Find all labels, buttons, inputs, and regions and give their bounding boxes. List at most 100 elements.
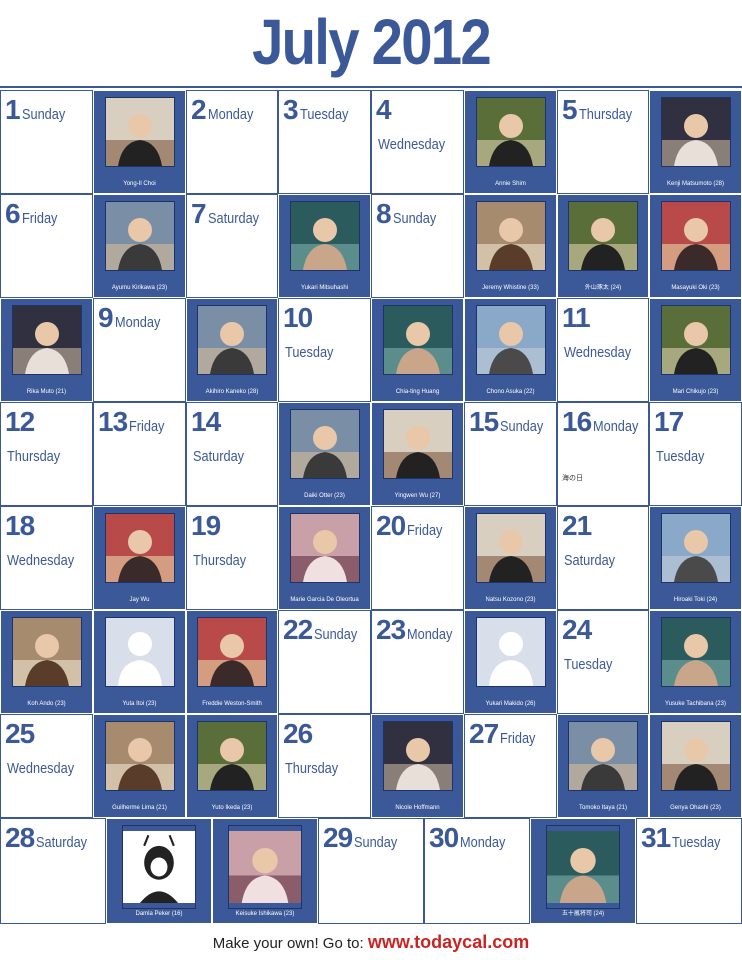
day-cell: 8 Sunday — [371, 194, 464, 298]
person-photo-icon[interactable] — [475, 305, 546, 375]
photo-cell: Kenji Matsumoto (28) — [649, 90, 742, 194]
day-number-text: 31 — [641, 822, 671, 853]
photo-cell: Guilherme Lima (21) — [93, 714, 186, 818]
day-number: 5 Thursday — [562, 95, 641, 130]
person-photo-icon[interactable] — [197, 305, 267, 375]
photo-caption: 五十嵐将司 (24) — [561, 911, 605, 917]
photo-caption: Yuta Itoi (23) — [122, 701, 157, 707]
day-cell: 15 Sunday — [464, 402, 557, 506]
day-cell: 5 Thursday — [557, 90, 649, 194]
person-photo-icon[interactable] — [228, 825, 302, 909]
weekday-label: Thursday — [578, 106, 632, 123]
photo-caption: Yong-Il Choi — [123, 181, 156, 187]
day-cell: 23 Monday — [371, 610, 464, 714]
day-number: 28 Saturday — [5, 823, 96, 858]
day-cell: 10 Tuesday — [278, 298, 371, 402]
weekday-label: Friday — [407, 522, 443, 539]
day-number: 21 Saturday — [562, 511, 648, 576]
person-photo-icon[interactable] — [382, 409, 453, 479]
day-cell: 1 Sunday — [0, 90, 93, 194]
day-number-text: 11 — [562, 302, 591, 333]
photo-caption: Hiroaki Toki (24) — [673, 597, 718, 603]
day-number-text: 23 — [376, 614, 406, 645]
person-photo-icon[interactable] — [660, 721, 731, 791]
day-number: 31 Tuesday — [641, 823, 729, 858]
day-number: 3 Tuesday — [283, 95, 357, 130]
photo-caption: Koh Ando (23) — [27, 701, 66, 707]
person-photo-icon[interactable] — [289, 409, 360, 479]
weekday-label: Sunday — [21, 106, 65, 123]
person-photo-icon[interactable] — [660, 513, 731, 583]
cartoon-photo-icon[interactable] — [122, 825, 196, 909]
person-photo-icon[interactable] — [289, 513, 360, 583]
person-photo-icon[interactable] — [11, 617, 82, 687]
day-number: 20 Friday — [376, 511, 449, 546]
photo-cell: Mari Chikujo (23) — [649, 298, 742, 402]
person-photo-icon[interactable] — [475, 201, 546, 271]
person-photo-icon[interactable] — [11, 305, 82, 375]
person-photo-icon[interactable] — [475, 97, 546, 167]
photo-cell: Akihiro Kaneko (28) — [186, 298, 278, 402]
default-avatar-icon[interactable] — [104, 617, 175, 687]
day-number-text: 16 — [562, 406, 592, 437]
photo-caption: Freddie Weston-Smith — [202, 701, 262, 707]
day-number-text: 19 — [191, 510, 221, 541]
day-cell: 2 Monday — [186, 90, 278, 194]
day-cell: 26 Thursday — [278, 714, 371, 818]
person-photo-icon[interactable] — [660, 617, 731, 687]
day-cell: 3 Tuesday — [278, 90, 371, 194]
weekday-label: Wednesday — [7, 760, 75, 777]
photo-cell: Freddie Weston-Smith — [186, 610, 278, 714]
photo-caption: Jay Wu — [129, 597, 150, 603]
weekday-label: Tuesday — [656, 448, 705, 465]
day-cell: 9 Monday — [93, 298, 186, 402]
day-number: 1 Sunday — [5, 95, 72, 130]
person-photo-icon[interactable] — [568, 721, 638, 791]
person-photo-icon[interactable] — [546, 825, 620, 909]
photo-caption: Chia-ting Huang — [395, 389, 440, 395]
person-photo-icon[interactable] — [104, 201, 175, 271]
photo-cell: Keisuke Ishikawa (23) — [212, 818, 318, 924]
photo-cell: Annie Shim — [464, 90, 557, 194]
person-photo-icon[interactable] — [104, 513, 175, 583]
weekday-label: Wednesday — [378, 136, 446, 153]
photo-cell: 外山琢太 (24) — [557, 194, 649, 298]
day-cell: 30 Monday — [424, 818, 530, 924]
person-photo-icon[interactable] — [475, 513, 546, 583]
day-number: 29 Sunday — [323, 823, 405, 858]
default-avatar-icon[interactable] — [475, 617, 546, 687]
day-number-text: 1 — [5, 94, 21, 125]
person-photo-icon[interactable] — [197, 721, 267, 791]
person-photo-icon[interactable] — [660, 201, 731, 271]
photo-caption: Yusuke Tachibana (23) — [665, 701, 726, 707]
photo-caption: Marie Garcia De Oleortua — [290, 597, 359, 603]
day-cell: 13 Friday — [93, 402, 186, 506]
person-photo-icon[interactable] — [660, 97, 731, 167]
day-number-text: 30 — [429, 822, 459, 853]
photo-cell: Yusuke Tachibana (23) — [649, 610, 742, 714]
person-photo-icon[interactable] — [382, 305, 453, 375]
day-number: 18 Wednesday — [5, 511, 92, 576]
person-photo-icon[interactable] — [104, 97, 175, 167]
day-number-text: 24 — [562, 614, 592, 645]
person-photo-icon[interactable] — [104, 721, 175, 791]
weekday-label: Friday — [21, 210, 58, 227]
day-number: 27 Friday — [469, 719, 542, 754]
person-photo-icon[interactable] — [660, 305, 731, 375]
person-photo-icon[interactable] — [197, 617, 267, 687]
footer-link[interactable]: www.todaycal.com — [368, 932, 529, 952]
day-number-text: 7 — [191, 198, 207, 229]
person-photo-icon[interactable] — [382, 721, 453, 791]
day-number: 30 Monday — [429, 823, 514, 858]
person-photo-icon[interactable] — [568, 201, 638, 271]
photo-cell: Yong-Il Choi — [93, 90, 186, 194]
day-number: 17 Tuesday — [654, 407, 741, 472]
day-number-text: 13 — [98, 406, 128, 437]
day-number: 8 Sunday — [376, 199, 443, 234]
photo-cell: Marie Garcia De Oleortua — [278, 506, 371, 610]
person-photo-icon[interactable] — [289, 201, 360, 271]
day-number: 23 Monday — [376, 615, 461, 650]
weekday-label: Sunday — [314, 626, 358, 643]
day-number-text: 17 — [654, 406, 684, 437]
day-number: 9 Monday — [98, 303, 168, 338]
